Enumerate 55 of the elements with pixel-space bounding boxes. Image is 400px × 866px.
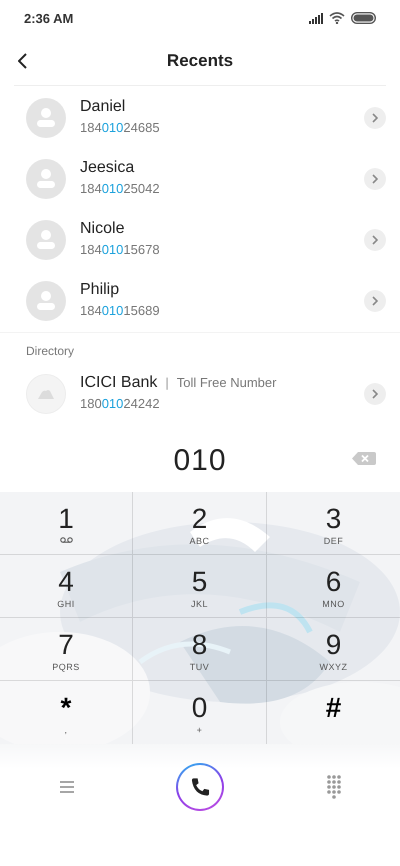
phone-number: 18401015678 xyxy=(80,242,160,257)
dial-key[interactable]: 3 DEF xyxy=(267,492,400,555)
details-button[interactable] xyxy=(364,382,386,404)
dial-key[interactable]: 9 WXYZ xyxy=(267,618,400,681)
details-button[interactable] xyxy=(364,228,386,250)
chevron-right-icon xyxy=(372,112,378,122)
contact-row[interactable]: Jeesica 18401025042 xyxy=(0,148,400,209)
dialpad-icon xyxy=(326,775,340,799)
chevron-right-icon xyxy=(372,388,378,398)
cloud-avatar-icon xyxy=(26,374,66,414)
contact-name: Jeesica xyxy=(80,159,134,177)
contact-name: Philip xyxy=(80,281,120,299)
dial-key[interactable]: 8 TUV xyxy=(133,618,267,681)
dialed-number: 010 xyxy=(173,444,227,478)
dial-key[interactable]: # xyxy=(267,681,400,744)
phone-handset-icon xyxy=(190,777,210,797)
call-button[interactable] xyxy=(176,763,224,811)
person-avatar-icon xyxy=(26,158,66,198)
wifi-icon xyxy=(329,12,345,24)
contact-row[interactable]: Philip 18401015689 xyxy=(0,270,400,331)
directory-row[interactable]: ICICI Bank | Toll Free Number 18001024242 xyxy=(0,363,400,424)
phone-number: 18401015689 xyxy=(80,303,160,318)
chevron-right-icon xyxy=(372,174,378,184)
business-name: ICICI Bank xyxy=(80,374,158,392)
chevron-right-icon xyxy=(372,234,378,244)
backspace-icon xyxy=(352,452,376,465)
signal-icon xyxy=(309,12,323,24)
contact-name: Nicole xyxy=(80,220,124,238)
dial-key[interactable]: 2 ABC xyxy=(133,492,267,555)
contact-name: Daniel xyxy=(80,98,126,116)
dial-key[interactable]: 1 xyxy=(0,492,133,555)
contact-row[interactable]: Nicole 18401015678 xyxy=(0,209,400,270)
battery-icon xyxy=(351,12,376,24)
dial-key[interactable]: 6 MNO xyxy=(267,555,400,618)
number-type: Toll Free Number xyxy=(176,375,276,390)
chevron-right-icon xyxy=(372,296,378,306)
section-label: Directory xyxy=(26,344,74,358)
details-button[interactable] xyxy=(364,290,386,312)
phone-number: 18401025042 xyxy=(80,181,160,196)
voicemail-icon xyxy=(60,537,72,544)
person-avatar-icon xyxy=(26,280,66,320)
phone-number: 18001024242 xyxy=(80,396,160,411)
screen-title: Recents xyxy=(166,50,234,70)
separator: | xyxy=(165,375,169,390)
person-avatar-icon xyxy=(26,220,66,260)
dial-key[interactable]: 4 GHI xyxy=(0,555,133,618)
dial-key[interactable]: 7 PQRS xyxy=(0,618,133,681)
person-avatar-icon xyxy=(26,98,66,138)
dial-key[interactable]: 5 JKL xyxy=(133,555,267,618)
phone-number: 18401024685 xyxy=(80,120,160,135)
contact-row[interactable]: Daniel 18401024685 xyxy=(0,87,400,148)
status-time: 2:36 AM xyxy=(24,10,74,26)
details-button[interactable] xyxy=(364,168,386,190)
menu-icon xyxy=(60,781,74,793)
details-button[interactable] xyxy=(364,106,386,128)
